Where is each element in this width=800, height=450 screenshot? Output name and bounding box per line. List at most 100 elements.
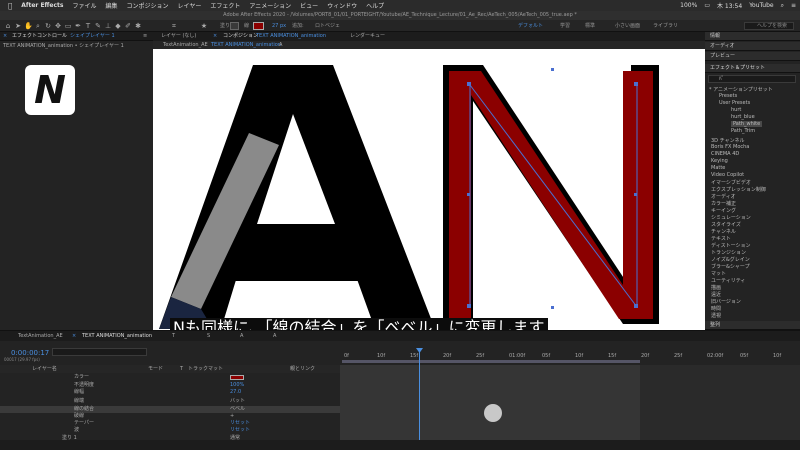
effect-category-item[interactable]: Matte <box>711 165 725 171</box>
workspace-standard[interactable]: 標準 <box>585 20 595 32</box>
property-row[interactable]: 線端 バット <box>0 398 340 405</box>
pan-tool-icon[interactable]: ✥ <box>54 22 62 30</box>
stamp-tool-icon[interactable]: ⊥ <box>104 22 112 30</box>
add-label[interactable]: 追加: <box>292 20 304 32</box>
youtube-label[interactable]: YouTube <box>749 2 773 9</box>
audio-panel-header[interactable]: オーディオ <box>705 42 800 51</box>
effect-category-item[interactable]: Keying <box>711 158 728 164</box>
tab-composition-name[interactable]: TEXT ANIMATION_animation <box>256 32 326 41</box>
effect-category-item[interactable]: テキスト <box>711 235 731 242</box>
close-icon[interactable]: × <box>3 32 7 41</box>
effect-category-item[interactable]: 3D チャンネル <box>711 137 744 144</box>
effect-category-item[interactable]: スタイライズ <box>711 221 741 228</box>
brush-tool-icon[interactable]: ✎ <box>94 22 102 30</box>
composition-canvas[interactable] <box>153 49 705 330</box>
property-row[interactable]: 不透明度 100% <box>0 382 340 389</box>
stroke-width[interactable]: 27 px <box>272 20 286 32</box>
tree-path-trim[interactable]: Path_Trim <box>731 128 755 134</box>
tab-layer[interactable]: レイヤー (なし) <box>161 32 196 41</box>
battery-icon[interactable]: ▭ <box>704 2 710 9</box>
effect-category-item[interactable]: CINEMA 4D <box>711 151 739 157</box>
property-value[interactable]: ベベル <box>230 406 245 413</box>
workspace-learn[interactable]: 学習 <box>560 20 570 32</box>
effect-category-item[interactable]: 旧バージョン <box>711 298 741 305</box>
close-icon[interactable]: × <box>72 331 76 341</box>
snap-icon[interactable]: ⌗ <box>170 22 178 30</box>
tab-effect-controls-layer[interactable]: シェイプレイヤー 1 <box>70 32 115 41</box>
close-icon[interactable]: × <box>213 32 217 41</box>
effect-category-item[interactable]: 時間 <box>711 305 721 312</box>
breadcrumb-comp-3[interactable]: A <box>279 41 282 49</box>
orbit-tool-icon[interactable]: ↻ <box>44 22 52 30</box>
tab-timeline-comp-2[interactable]: TEXT ANIMATION_animation <box>82 331 152 341</box>
menu-effect[interactable]: エフェクト <box>210 1 240 10</box>
zoom-tool-icon[interactable]: ⌕ <box>34 22 42 30</box>
property-value[interactable]: 100% <box>230 382 244 389</box>
col-t[interactable]: T <box>180 365 183 373</box>
property-value[interactable]: リセット <box>230 420 250 427</box>
stroke-label[interactable]: 線 <box>244 20 249 32</box>
tab-timeline-comp-3[interactable]: T <box>172 331 175 341</box>
effect-category-item[interactable]: トランジション <box>711 249 746 256</box>
align-panel-header[interactable]: 整列 <box>705 321 800 330</box>
fill-swatch[interactable] <box>230 22 239 30</box>
effect-category-item[interactable]: 遠近 <box>711 291 721 298</box>
preview-panel-header[interactable]: プレビュー <box>705 52 800 61</box>
tab-timeline-comp-6[interactable]: A <box>273 331 276 341</box>
menu-layer[interactable]: レイヤー <box>178 1 202 10</box>
property-row[interactable]: 線幅 27.0 <box>0 389 340 396</box>
timeline-graph[interactable]: 0f 10f 15f 20f 25f 01:00f 05f 10f 15f 20f 25f 02:00… <box>340 348 800 449</box>
stroke-color-swatch[interactable] <box>230 375 244 380</box>
property-value[interactable]: + <box>230 413 234 420</box>
tree-user-presets[interactable]: User Presets <box>719 100 750 106</box>
effects-presets-header[interactable]: エフェクト＆プリセット <box>705 64 800 73</box>
fill-label[interactable]: 塗り <box>220 20 230 32</box>
menu-composition[interactable]: コンポジション <box>127 1 169 10</box>
menu-app-name[interactable]: After Effects <box>21 2 63 9</box>
property-row[interactable]: 破線 + <box>0 413 340 420</box>
eraser-tool-icon[interactable]: ◆ <box>114 22 122 30</box>
tab-timeline-comp-1[interactable]: TextAnimation_AE <box>18 331 63 341</box>
rect-tool-icon[interactable]: ▭ <box>64 22 72 30</box>
effect-category-item[interactable]: ディストーション <box>711 242 751 249</box>
tab-timeline-comp-5[interactable]: A <box>240 331 243 341</box>
col-track-matte[interactable]: トラックマット <box>188 365 223 373</box>
effect-category-item[interactable]: ユーティリティ <box>711 277 745 284</box>
effect-category-item[interactable]: エクスプレッション制御 <box>711 186 766 193</box>
effect-category-item[interactable]: Boris FX Mocha <box>711 144 749 150</box>
menu-view[interactable]: ビュー <box>300 1 318 10</box>
pen-tool-icon[interactable]: ✒ <box>74 22 82 30</box>
type-tool-icon[interactable]: T <box>84 22 92 30</box>
roto-tool-icon[interactable]: ✐ <box>124 22 132 30</box>
work-area-bar[interactable] <box>342 360 640 363</box>
effect-category-item[interactable]: チャンネル <box>711 228 736 235</box>
col-layer-name[interactable]: レイヤー名 <box>32 365 57 373</box>
workspace-default[interactable]: デフォルト <box>518 20 543 32</box>
effect-category-item[interactable]: ブラー&シャープ <box>711 263 750 270</box>
tree-animation-presets[interactable]: * アニメーションプリセット <box>709 86 773 93</box>
hand-tool-icon[interactable]: ✋ <box>24 22 33 30</box>
property-value[interactable]: リセット <box>230 427 250 434</box>
menu-animation[interactable]: アニメーション <box>249 1 291 10</box>
help-search-input[interactable]: ヘルプを検索 <box>744 22 794 30</box>
effect-category-item[interactable]: Video Copilot <box>711 172 744 178</box>
tab-render-queue[interactable]: レンダーキュー <box>350 32 385 41</box>
effect-category-item[interactable]: キーイング <box>711 207 736 214</box>
star-tool-icon[interactable]: ★ <box>200 22 208 30</box>
property-row[interactable]: 線の結合 ベベル <box>0 406 340 413</box>
effect-category-item[interactable]: シミュレーション <box>711 214 751 221</box>
effects-search-input[interactable]: ﾊﾟ <box>708 75 796 83</box>
puppet-tool-icon[interactable]: ✱ <box>134 22 142 30</box>
apple-icon[interactable]:  <box>8 2 12 10</box>
info-panel-header[interactable]: 情報 <box>705 32 800 41</box>
col-mode[interactable]: モード <box>148 365 163 373</box>
timeline-search-input[interactable] <box>52 348 147 356</box>
effect-category-item[interactable]: カラー補正 <box>711 200 736 207</box>
menu-edit[interactable]: 編集 <box>105 1 117 10</box>
menu-help[interactable]: ヘルプ <box>366 1 384 10</box>
tab-effect-controls[interactable]: エフェクトコントロール <box>12 32 67 41</box>
rotobezier-label[interactable]: ロトベジェ <box>315 20 340 32</box>
effect-category-item[interactable]: マット <box>711 270 726 277</box>
menu-file[interactable]: ファイル <box>72 1 96 10</box>
breadcrumb-comp-1[interactable]: TextAnimation_AE <box>163 41 208 49</box>
